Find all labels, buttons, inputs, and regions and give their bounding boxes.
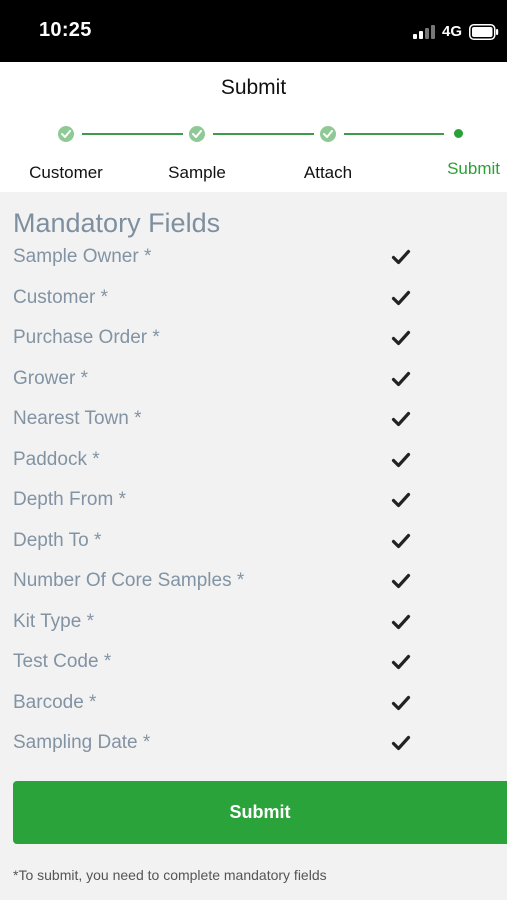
signal-bars-icon [413, 25, 435, 39]
check-icon [391, 573, 411, 589]
mandatory-field-label: Depth From * [13, 489, 126, 510]
step-sample[interactable]: Sample [132, 163, 262, 183]
check-icon [391, 533, 411, 548]
mandatory-field-row: Depth From * [0, 481, 507, 521]
section-title: Mandatory Fields [13, 208, 221, 238]
mandatory-field-row: Number Of Core Samples * [0, 562, 507, 602]
footnote: *To submit, you need to complete mandato… [13, 867, 327, 883]
step-customer[interactable]: Customer [1, 163, 131, 183]
mandatory-field-row: Paddock * [0, 441, 507, 481]
header: Submit Customer Sample Attach Submit [0, 62, 507, 192]
check-icon [391, 330, 411, 346]
check-icon [391, 452, 411, 467]
mandatory-field-row: Nearest Town * [0, 400, 507, 440]
mandatory-field-row: Test Code * [0, 643, 507, 683]
mandatory-field-label: Barcode * [13, 691, 97, 713]
check-icon [391, 654, 411, 670]
page-title: Submit [220, 76, 287, 99]
mandatory-field-label: Kit Type * [13, 610, 94, 632]
mandatory-field-row: Kit Type * [0, 603, 507, 643]
step-customer-check-icon [58, 126, 74, 142]
mandatory-field-row: Sampling Date * [0, 724, 507, 764]
mandatory-field-label: Sample Owner * [13, 246, 152, 267]
mandatory-field-label: Depth To * [13, 529, 102, 551]
network-type: 4G [442, 23, 463, 40]
check-icon [391, 695, 411, 710]
mandatory-field-label: Test Code * [13, 651, 112, 672]
mandatory-field-row: Sample Owner * [0, 238, 507, 278]
status-time: 10:25 [39, 19, 92, 41]
mandatory-field-row: Customer * [0, 279, 507, 319]
stepper-connector [82, 133, 183, 135]
mandatory-field-label: Sampling Date * [13, 732, 151, 753]
status-bar: 10:25 4G [0, 0, 507, 62]
submit-button[interactable]: Submit [13, 781, 507, 844]
mandatory-field-label: Paddock * [13, 448, 100, 470]
battery-icon [469, 24, 499, 40]
check-icon [391, 249, 411, 265]
check-icon [391, 411, 411, 427]
stepper-connector [344, 133, 444, 135]
mandatory-field-label: Number Of Core Samples * [13, 570, 245, 591]
mandatory-field-row: Barcode * [0, 684, 507, 724]
stepper-connector [213, 133, 314, 135]
step-submit-dot-icon [454, 129, 463, 138]
check-icon [391, 371, 411, 386]
check-icon [391, 735, 411, 751]
check-icon [391, 290, 411, 305]
check-icon [391, 492, 411, 508]
mandatory-field-label: Customer * [13, 286, 109, 308]
mandatory-field-row: Depth To * [0, 522, 507, 562]
step-sample-check-icon [189, 126, 205, 142]
step-attach-check-icon [320, 126, 336, 142]
mandatory-field-row: Grower * [0, 360, 507, 400]
mandatory-field-label: Nearest Town * [13, 408, 142, 429]
mandatory-field-label: Grower * [13, 367, 88, 389]
check-icon [391, 614, 411, 629]
mandatory-field-label: Purchase Order * [13, 327, 160, 348]
step-submit[interactable]: Submit [370, 159, 500, 179]
mandatory-field-row: Purchase Order * [0, 319, 507, 359]
